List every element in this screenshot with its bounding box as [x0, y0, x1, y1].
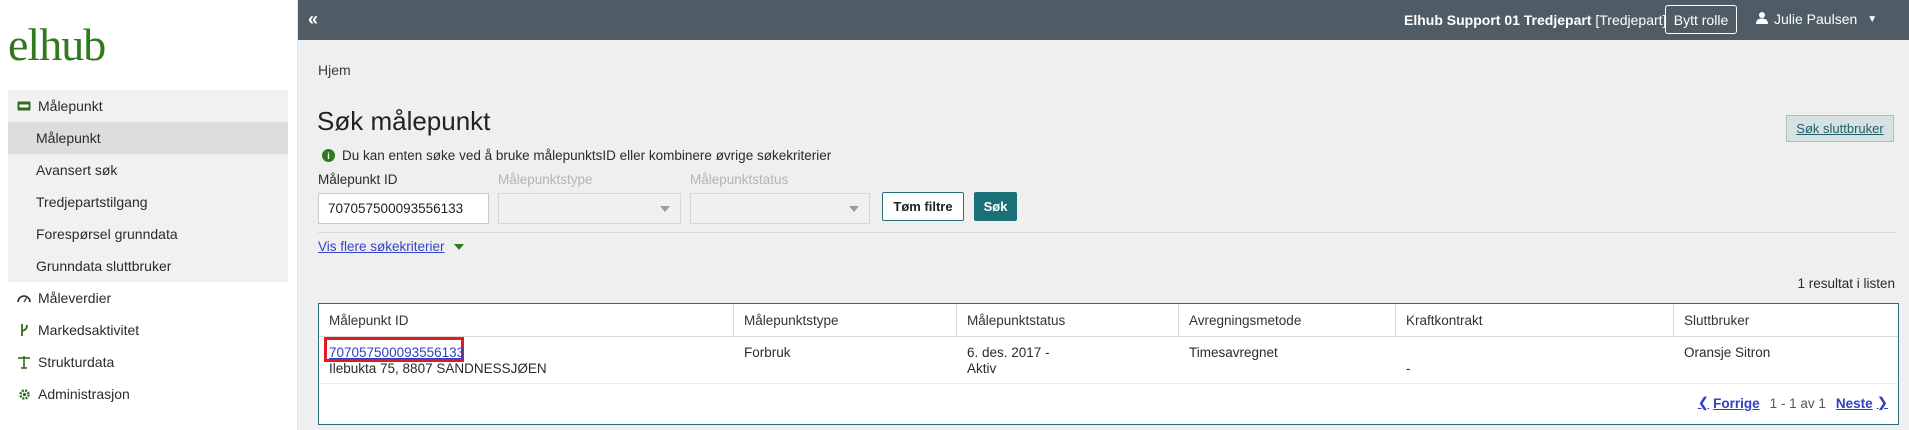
sidebar-item-label: Måleverdier	[38, 290, 112, 306]
more-criteria-link[interactable]: Vis flere søkekriterier	[318, 239, 464, 254]
sidebar-item-label: Avansert søk	[36, 162, 118, 178]
sidebar-item-avansert-sok[interactable]: Avansert søk	[8, 154, 288, 186]
column-header[interactable]: Sluttbruker	[1674, 304, 1900, 337]
address: Ilebukta 75, 8807 SANDNESSJØEN	[329, 361, 547, 376]
column-header[interactable]: Målepunktstype	[734, 304, 957, 337]
page-title: Søk målepunkt	[317, 106, 491, 136]
sidebar-item-malepunkt-sub[interactable]: Målepunkt	[8, 122, 288, 154]
sidebar-item-foresporsel-grunndata[interactable]: Forespørsel grunndata	[8, 218, 288, 250]
chevron-down-icon: ▼	[1867, 13, 1878, 25]
results-table: Målepunkt ID Målepunktstype Målepunktsta…	[318, 303, 1899, 425]
type-label: Målepunktstype	[498, 172, 593, 187]
context-role: [Tredjepart]	[1595, 12, 1667, 28]
info-message: i Du kan enten søke ved å bruke målepunk…	[322, 148, 831, 163]
search-button[interactable]: Søk	[974, 192, 1017, 221]
sidebar-item-label: Målepunkt	[36, 130, 101, 146]
sidebar-item-label: Forespørsel grunndata	[36, 226, 178, 242]
status-value: Aktiv	[967, 361, 997, 376]
breadcrumb[interactable]: Hjem	[318, 62, 351, 78]
status-select[interactable]	[690, 193, 870, 224]
gear-icon	[16, 386, 32, 402]
elhub-logo[interactable]: elhub	[8, 18, 106, 71]
sidebar: elhub Målepunkt Målepunkt Avansert søk T…	[0, 0, 298, 430]
search-enduser-button[interactable]: Søk sluttbruker	[1786, 115, 1894, 142]
sidebar-item-label: Tredjepartstilgang	[36, 194, 148, 210]
context-name: Elhub Support 01 Tredjepart	[1404, 12, 1592, 28]
chevron-down-icon	[849, 206, 859, 212]
next-label: Neste	[1835, 395, 1873, 411]
chevron-down-icon	[453, 243, 464, 250]
end-user-cell: Oransje Sitron	[1684, 345, 1771, 360]
mp-id-label: Målepunkt ID	[318, 172, 398, 187]
user-menu[interactable]: Julie Paulsen ▼	[1756, 11, 1877, 27]
column-header[interactable]: Målepunkt ID	[319, 304, 734, 337]
sidebar-item-tredjepartstilgang[interactable]: Tredjepartstilgang	[8, 186, 288, 218]
pylon-icon	[16, 354, 32, 370]
mp-id-link-text[interactable]: 707057500093556133	[329, 345, 464, 360]
settlement-cell: Timesavregnet	[1189, 345, 1278, 360]
result-count: 1 resultat i listen	[1797, 276, 1895, 291]
sidebar-nav: Målepunkt Målepunkt Avansert søk Tredjep…	[8, 90, 288, 410]
page-info: 1 - 1 av 1	[1769, 395, 1826, 411]
status-label: Målepunktstatus	[690, 172, 789, 187]
switch-role-button[interactable]: Bytt rolle	[1665, 5, 1737, 34]
sidebar-item-administrasjon[interactable]: Administrasjon	[8, 378, 288, 410]
top-bar: « Elhub Support 01 Tredjepart [Tredjepar…	[298, 0, 1909, 40]
table-row[interactable]: 707057500093556133 Ilebukta 75, 8807 SAN…	[319, 337, 1898, 384]
user-icon	[1756, 11, 1768, 27]
type-select[interactable]	[498, 193, 681, 224]
type-cell: Forbruk	[744, 345, 791, 360]
branch-icon	[16, 322, 32, 338]
contract-cell: -	[1406, 361, 1411, 376]
sidebar-item-strukturdata[interactable]: Strukturdata	[8, 346, 288, 378]
pagination: ❮ Forrige 1 - 1 av 1 Neste ❯	[1698, 395, 1888, 411]
nav-group-malepunkt: Målepunkt Målepunkt Avansert søk Tredjep…	[8, 90, 288, 282]
sidebar-item-grunndata-sluttbruker[interactable]: Grunndata sluttbruker	[8, 250, 288, 282]
column-header[interactable]: Kraftkontrakt	[1396, 304, 1674, 337]
sidebar-item-label: Administrasjon	[38, 386, 130, 402]
divider	[318, 232, 1897, 233]
chevron-left-icon: ❮	[1697, 395, 1710, 410]
meter-icon	[16, 98, 32, 114]
sidebar-item-malepunkt[interactable]: Målepunkt	[8, 90, 288, 122]
info-icon: i	[322, 149, 335, 162]
info-text: Du kan enten søke ved å bruke målepunkts…	[342, 148, 832, 163]
sidebar-item-markedsaktivitet[interactable]: Markedsaktivitet	[8, 314, 288, 346]
user-name: Julie Paulsen	[1774, 11, 1858, 27]
column-header[interactable]: Avregningsmetode	[1179, 304, 1396, 337]
sidebar-item-label: Strukturdata	[38, 354, 115, 370]
clear-filters-button[interactable]: Tøm filtre	[882, 192, 964, 221]
sidebar-item-label: Grunndata sluttbruker	[36, 258, 172, 274]
prev-page-link[interactable]: ❮ Forrige	[1698, 395, 1760, 411]
status-cell: 6. des. 2017 - Aktiv	[967, 345, 1050, 377]
collapse-sidebar-icon[interactable]: «	[308, 9, 318, 30]
prev-label: Forrige	[1713, 395, 1760, 411]
column-header[interactable]: Målepunktstatus	[957, 304, 1179, 337]
chevron-down-icon	[660, 206, 670, 212]
sidebar-item-maleverdier[interactable]: Måleverdier	[8, 282, 288, 314]
mp-id-input[interactable]: 707057500093556133	[318, 193, 489, 224]
chevron-right-icon: ❯	[1876, 395, 1888, 410]
user-context: Elhub Support 01 Tredjepart [Tredjepart]	[1404, 12, 1666, 28]
next-page-link[interactable]: Neste ❯	[1836, 395, 1888, 411]
sidebar-item-label: Målepunkt	[38, 98, 103, 114]
status-date: 6. des. 2017 -	[967, 345, 1050, 360]
gauge-icon	[16, 290, 32, 306]
more-criteria-label: Vis flere søkekriterier	[318, 239, 445, 254]
table-header: Målepunkt ID Målepunktstype Målepunktsta…	[319, 304, 1898, 337]
mp-id-link[interactable]: 707057500093556133	[329, 345, 464, 361]
sidebar-item-label: Markedsaktivitet	[38, 322, 140, 338]
